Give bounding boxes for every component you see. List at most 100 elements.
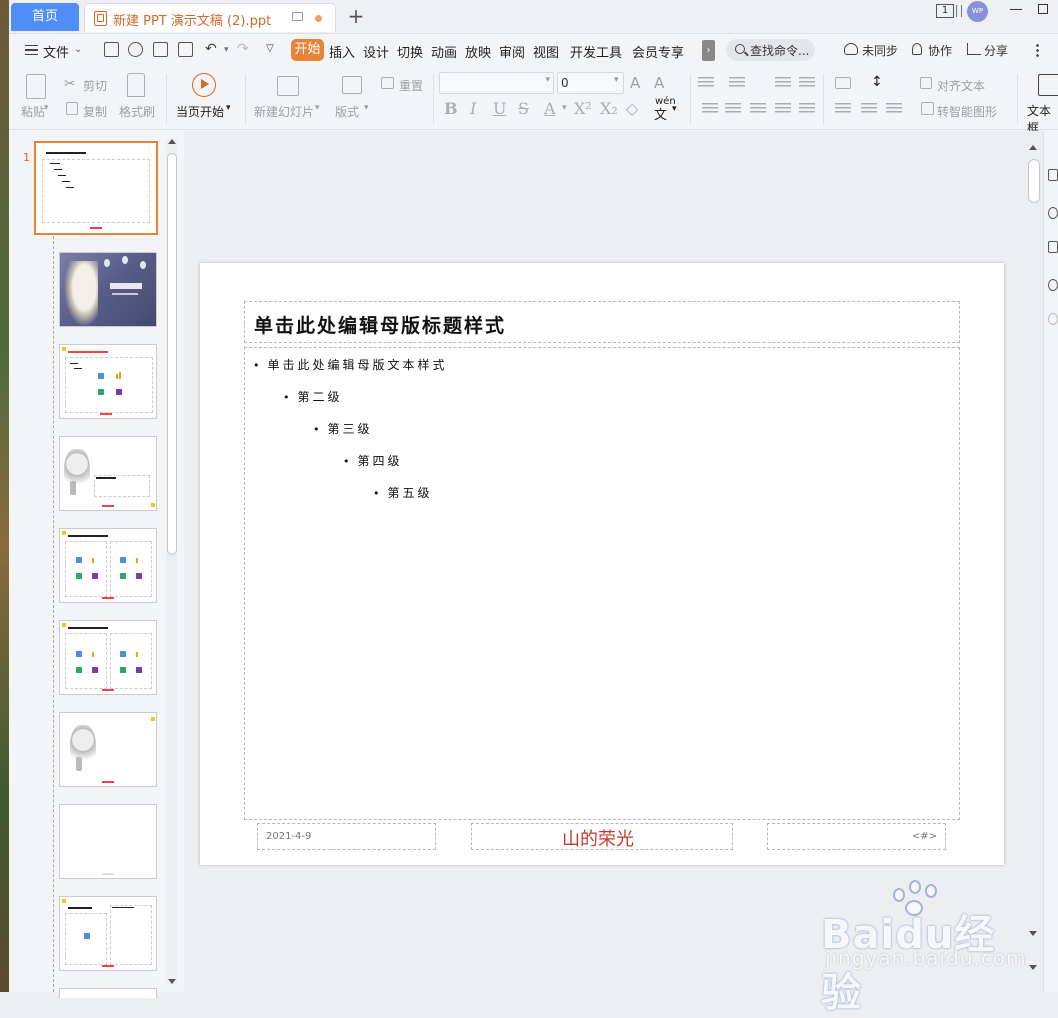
chevron-down-icon[interactable]: ⌄ (74, 44, 82, 55)
slide-title[interactable]: 单击此处编辑母版标题样式 (254, 311, 506, 338)
save-icon[interactable] (104, 42, 119, 57)
line-spacing-icon[interactable]: ↕ (871, 74, 883, 90)
title-placeholder[interactable]: 单击此处编辑母版标题样式 (244, 301, 960, 343)
reset-button[interactable]: 重置 (399, 77, 423, 94)
distribute-icon[interactable] (799, 103, 815, 115)
font-name-select[interactable]: ▾ (439, 72, 554, 94)
font-color-dropdown-icon[interactable]: ▾ (562, 103, 567, 113)
customize-toolbar-icon[interactable]: ▽ (266, 43, 274, 54)
tab-transition[interactable]: 切换 (397, 42, 423, 61)
paste-dropdown-icon[interactable]: ▾ (44, 103, 49, 113)
body-placeholder[interactable]: • 单击此处编辑母版文本样式 • 第二级 • 第三级 • 第四级 • 第五级 (244, 347, 960, 820)
date-placeholder[interactable]: 2021-4-9 (257, 823, 436, 850)
thumbnail-layout-title[interactable] (59, 252, 157, 327)
size-dropdown-icon[interactable]: ▾ (614, 75, 619, 85)
backup-icon[interactable] (1048, 313, 1058, 325)
tab-start[interactable]: 开始 (291, 39, 324, 61)
italic-icon[interactable]: I (470, 99, 476, 118)
command-search-input[interactable]: 查找命令... (726, 39, 815, 61)
thumbnail-layout-two-content[interactable] (59, 528, 157, 603)
print-preview-icon[interactable] (178, 42, 193, 57)
scrollbar-thumb[interactable] (1028, 159, 1040, 203)
tab-home[interactable]: 首页 (11, 3, 79, 31)
slide-canvas[interactable]: 单击此处编辑母版标题样式 • 单击此处编辑母版文本样式 • 第二级 • 第三级 • 第四… (200, 263, 1004, 865)
tab-review[interactable]: 审阅 (499, 42, 525, 61)
cut-button[interactable]: 剪切 (83, 77, 107, 94)
align-center-icon[interactable] (725, 103, 741, 115)
paragraph-spacing-icon[interactable] (835, 103, 851, 115)
superscript-icon[interactable]: X² (574, 99, 592, 118)
print-icon[interactable] (153, 42, 168, 57)
properties-icon[interactable] (1048, 169, 1058, 181)
menu-file[interactable]: 文件 (43, 42, 69, 61)
more-tabs-button[interactable]: › (702, 40, 715, 61)
new-slide-icon[interactable] (277, 76, 299, 96)
start-dropdown-icon[interactable]: ▾ (226, 103, 231, 113)
tab-member[interactable]: 会员专享 (632, 42, 684, 61)
play-icon[interactable] (192, 73, 216, 97)
thumbnail-layout-blank[interactable] (59, 804, 157, 879)
thumbnail-layout-comparison[interactable] (59, 620, 157, 695)
align-text-button[interactable]: 对齐文本 (937, 77, 985, 94)
paste-button[interactable]: 粘贴 (21, 103, 45, 120)
text-level-5[interactable]: • 第五级 (373, 484, 433, 501)
text-level-4[interactable]: • 第四级 (343, 452, 403, 469)
numbered-list-icon[interactable] (729, 77, 745, 89)
collaborate-button[interactable]: 协作 (928, 42, 952, 59)
thumbnail-layout-content-caption[interactable] (59, 896, 157, 971)
thumbnail-layout-partial[interactable] (59, 988, 157, 998)
window-count-badge[interactable]: 1 (936, 4, 954, 18)
font-dropdown-icon[interactable]: ▾ (545, 75, 550, 85)
font-size-select[interactable]: 0 ▾ (557, 72, 624, 94)
scroll-down-icon[interactable] (168, 979, 176, 984)
tab-slideshow[interactable]: 放映 (465, 42, 491, 61)
animation-icon[interactable] (1048, 207, 1058, 219)
layout-icon[interactable] (342, 76, 362, 94)
copy-button[interactable]: 复制 (83, 103, 107, 120)
phonetic-dropdown-icon[interactable]: ▾ (672, 104, 677, 114)
new-slide-button[interactable]: 新建幻灯片 (254, 103, 314, 120)
underline-icon[interactable]: U (493, 99, 506, 118)
undo-dropdown-icon[interactable]: ▾ (224, 45, 229, 55)
font-color-icon[interactable]: A (544, 99, 556, 118)
scrollbar-thumb[interactable] (167, 153, 177, 555)
increase-indent-icon[interactable] (799, 77, 815, 89)
convert-smartart-button[interactable]: 转智能图形 (937, 103, 997, 120)
new-slide-dropdown-icon[interactable]: ▾ (315, 103, 320, 113)
previous-slide-icon[interactable] (1029, 931, 1037, 936)
canvas-scrollbar[interactable] (1027, 131, 1043, 992)
decrease-font-icon[interactable]: A (654, 74, 664, 92)
text-level-1[interactable]: • 单击此处编辑母版文本样式 (253, 356, 448, 373)
format-painter-button[interactable]: 格式刷 (119, 103, 155, 120)
layout-dropdown-icon[interactable]: ▾ (364, 103, 369, 113)
subscript-icon[interactable]: X₂ (600, 99, 618, 118)
maximize-button[interactable] (1038, 4, 1048, 14)
undo-icon[interactable]: ↶ (205, 41, 217, 57)
start-from-current-button[interactable]: 当页开始 (176, 103, 224, 120)
align-right-icon[interactable] (750, 103, 766, 115)
share-button[interactable]: 分享 (984, 42, 1008, 59)
bold-icon[interactable]: B (444, 99, 458, 118)
more-options-icon[interactable] (1036, 43, 1039, 57)
sync-status-button[interactable]: 未同步 (862, 42, 898, 59)
scroll-up-icon[interactable] (168, 139, 176, 144)
tab-insert[interactable]: 插入 (329, 42, 355, 61)
tab-developer[interactable]: 开发工具 (570, 42, 622, 61)
thumbnail-scrollbar[interactable] (166, 139, 177, 984)
text-level-2[interactable]: • 第二级 (283, 388, 343, 405)
new-tab-button[interactable]: + (344, 4, 368, 28)
align-left-icon[interactable] (702, 103, 718, 115)
column-icon[interactable] (861, 103, 877, 115)
next-slide-icon[interactable] (1029, 965, 1037, 970)
export-icon[interactable] (128, 42, 143, 57)
strikethrough-icon[interactable]: S (518, 99, 529, 118)
tab-view[interactable]: 视图 (533, 42, 559, 61)
tab-document[interactable]: 新建 PPT 演示文稿 (2).ppt (84, 3, 336, 32)
minimize-button[interactable] (1010, 9, 1022, 10)
layout-button[interactable]: 版式 (335, 103, 359, 120)
format-icon[interactable] (1048, 241, 1058, 253)
thumbnail-master[interactable] (34, 141, 158, 235)
avatar[interactable]: WP (967, 1, 988, 22)
format-painter-icon[interactable] (127, 73, 145, 97)
footer-placeholder[interactable]: 山的荣光 (471, 823, 733, 850)
